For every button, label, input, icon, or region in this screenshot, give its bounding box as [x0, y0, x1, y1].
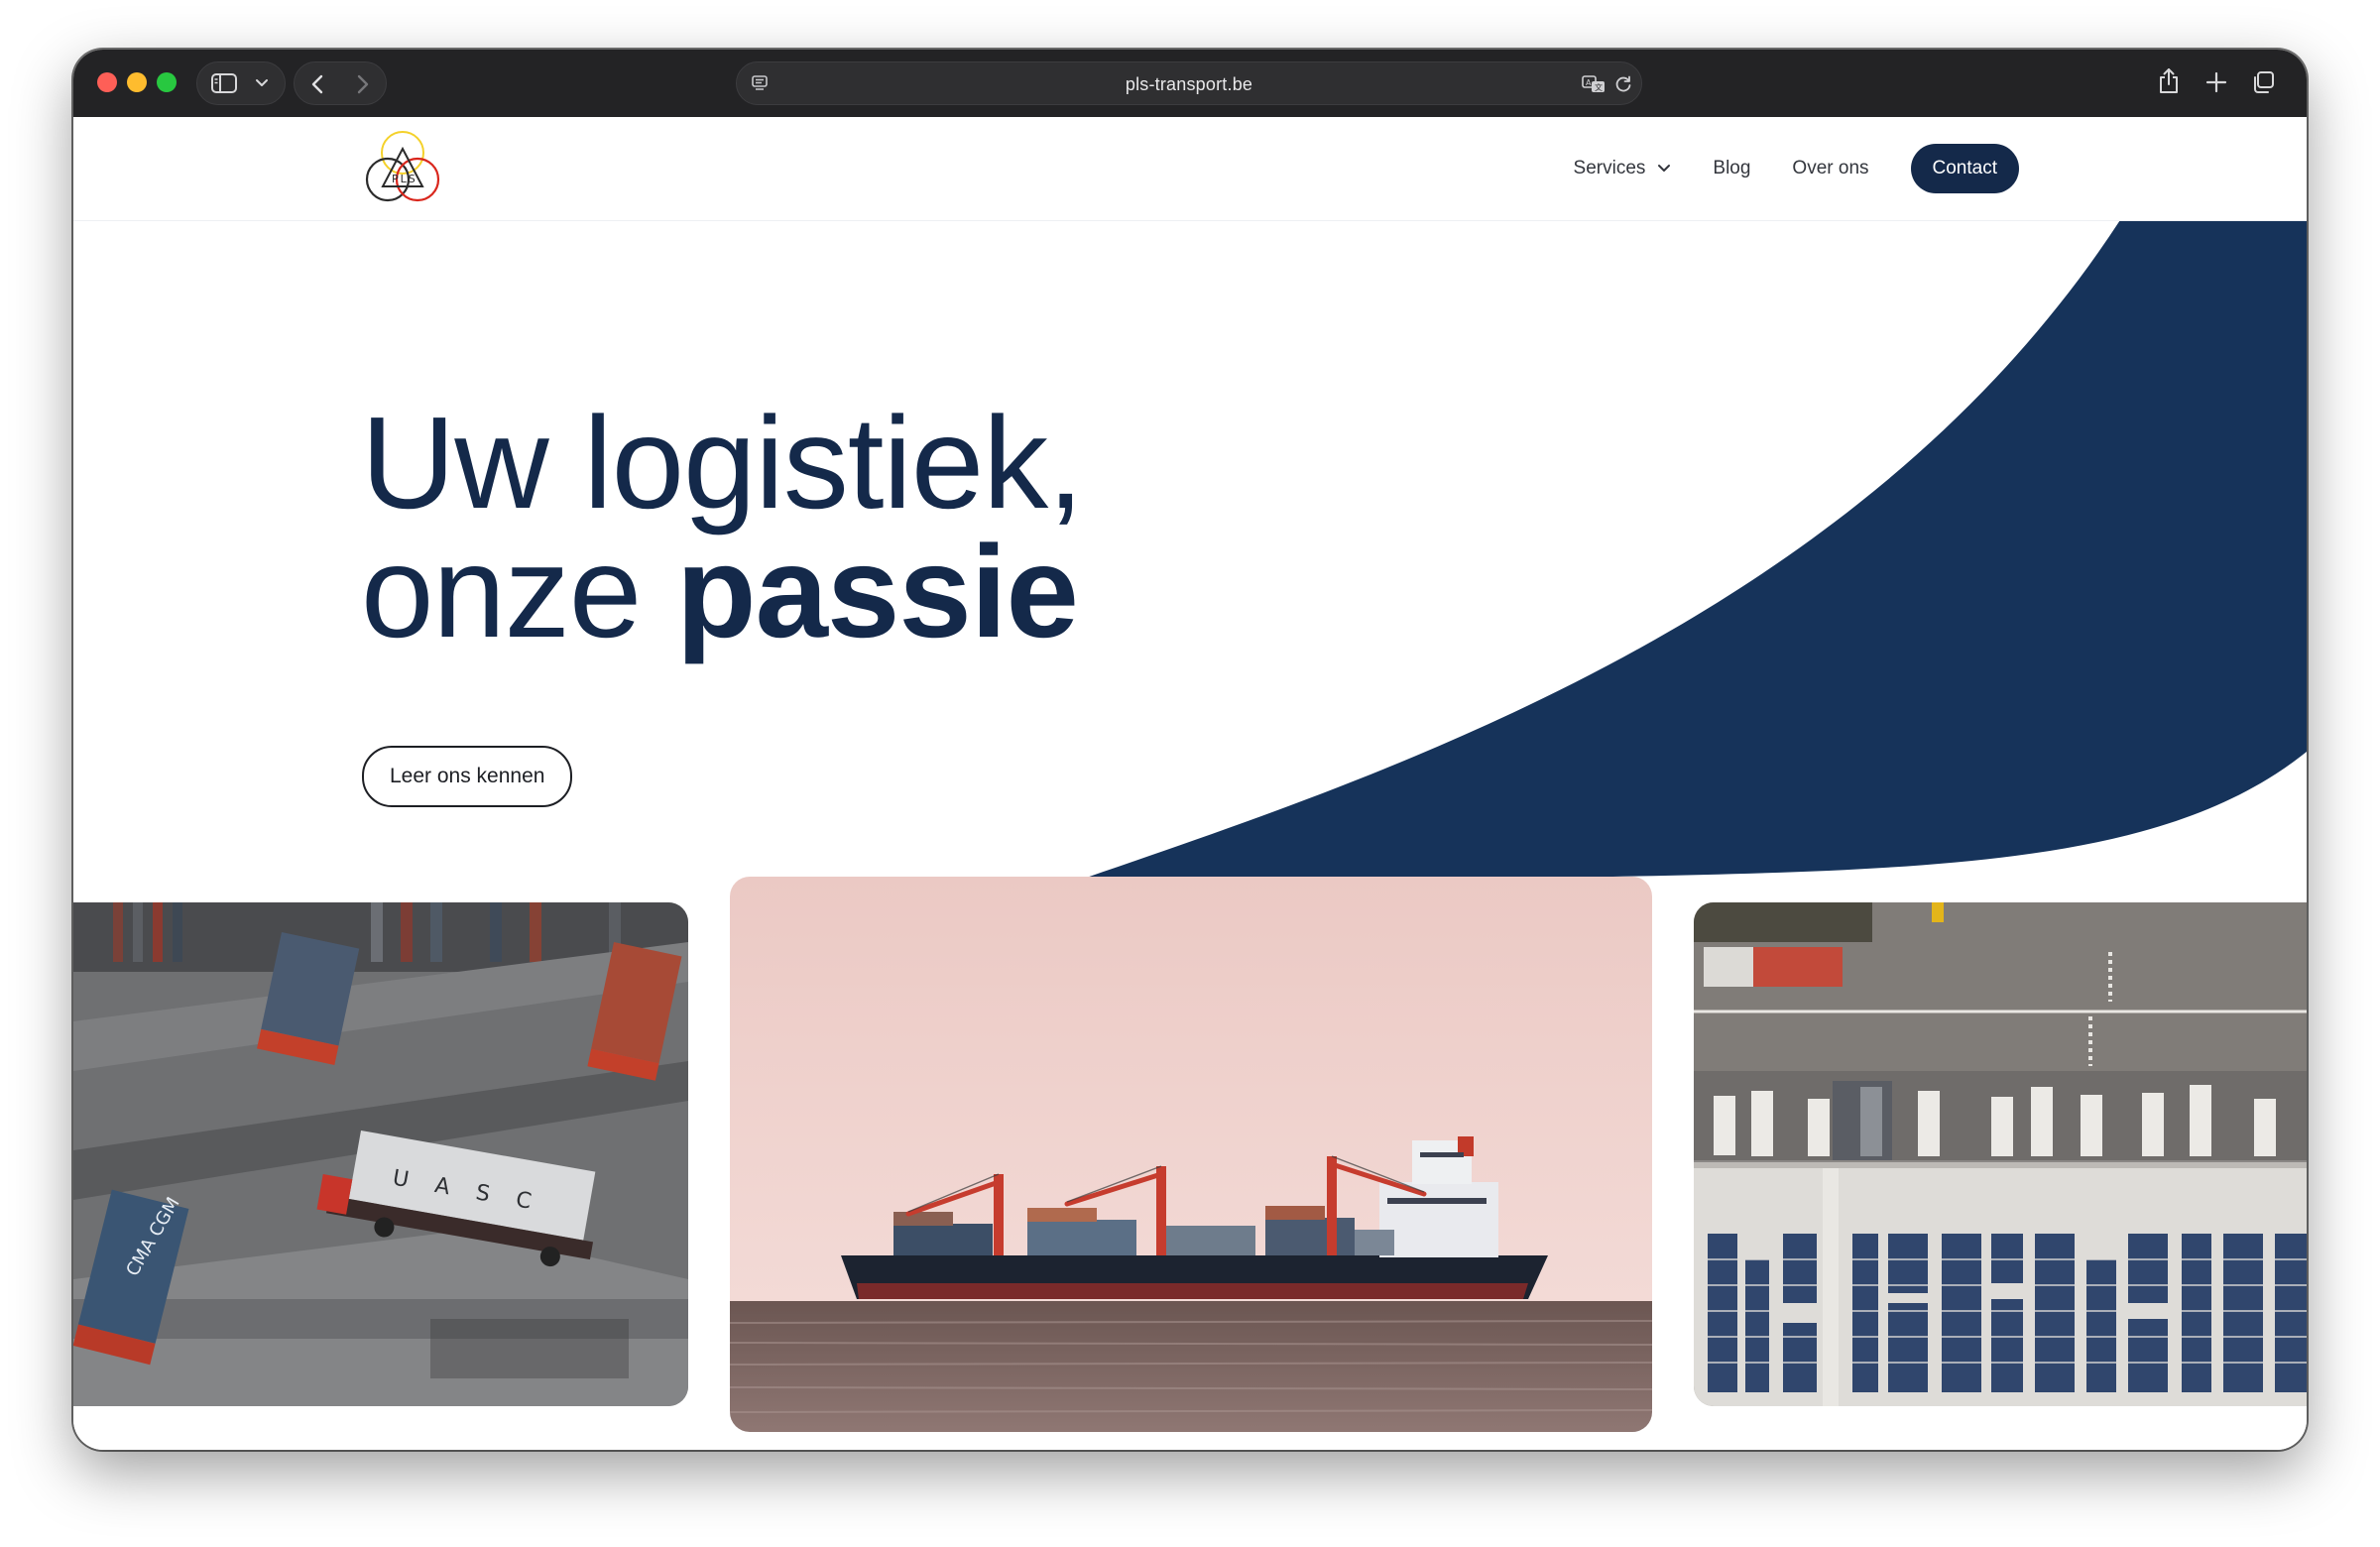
history-nav-group — [294, 61, 387, 105]
browser-window: pls-transport.be A文 PLS Services Blog Ov… — [73, 50, 2307, 1450]
tabs-overview-icon[interactable] — [2251, 70, 2275, 94]
sidebar-toggle-group[interactable] — [196, 61, 286, 105]
hero-title-line-2: onze passie — [361, 527, 1083, 657]
chevron-down-icon — [1657, 158, 1671, 179]
container-ship-image — [730, 877, 1652, 1432]
address-bar[interactable]: pls-transport.be A文 — [736, 61, 1642, 105]
chevron-down-icon[interactable] — [255, 78, 269, 88]
nav-item-services[interactable]: Services — [1574, 158, 1672, 179]
sidebar-icon[interactable] — [211, 73, 237, 93]
chevron-left-icon[interactable] — [310, 73, 324, 95]
translate-icon[interactable]: A文 — [1582, 74, 1607, 94]
zoom-window-button[interactable] — [157, 72, 177, 92]
svg-text:文: 文 — [1595, 82, 1603, 92]
nav-item-blog[interactable]: Blog — [1713, 158, 1750, 179]
nav-item-label: Over ons — [1792, 158, 1869, 178]
leer-ons-kennen-button[interactable]: Leer ons kennen — [362, 746, 573, 807]
svg-text:A: A — [1586, 78, 1592, 87]
nav-item-over-ons[interactable]: Over ons — [1792, 158, 1868, 179]
share-icon[interactable] — [2158, 67, 2180, 95]
hero-title-line-1: Uw logistiek, — [361, 390, 1084, 536]
website-viewport: PLS Services Blog Over ons Contact Uw lo… — [73, 117, 2307, 1450]
browser-toolbar: pls-transport.be A文 — [73, 50, 2307, 117]
close-window-button[interactable] — [97, 72, 117, 92]
pls-logo[interactable]: PLS — [361, 127, 450, 210]
hero-title-light: onze — [361, 519, 642, 664]
nav-item-label: Services — [1573, 158, 1646, 178]
nav-item-label: Blog — [1713, 158, 1751, 178]
chevron-right-icon[interactable] — [356, 73, 370, 95]
url-text[interactable]: pls-transport.be — [737, 74, 1641, 95]
warehouse-docks-image — [1694, 902, 2307, 1406]
minimize-window-button[interactable] — [127, 72, 147, 92]
contact-button[interactable]: Contact — [1910, 144, 2019, 193]
site-header: PLS Services Blog Over ons Contact — [73, 117, 2307, 221]
container-terminal-image: CMA CGM U A S C — [73, 902, 688, 1406]
plus-icon[interactable] — [2205, 71, 2227, 93]
reload-icon[interactable] — [1613, 74, 1633, 94]
logo-text: PLS — [392, 173, 417, 185]
hero-title-bold: passie — [675, 519, 1079, 664]
main-nav: Services Blog Over ons Contact — [1532, 143, 2019, 194]
hero-title: Uw logistiek, onze passie — [361, 390, 1084, 657]
